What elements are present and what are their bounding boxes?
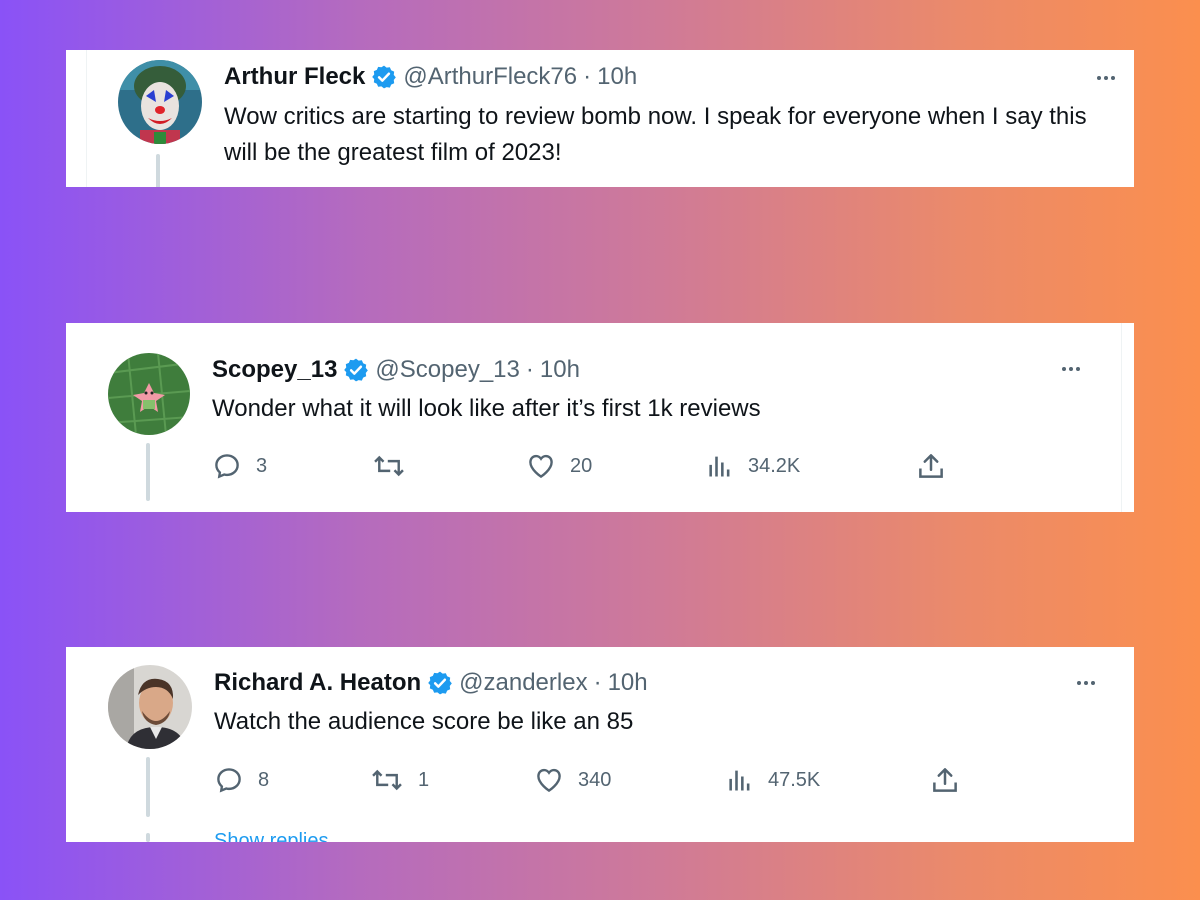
reply-button[interactable]: 3	[212, 451, 267, 481]
avatar[interactable]	[108, 353, 190, 435]
reply-count: 3	[256, 454, 268, 477]
tweet-card-arthur-fleck[interactable]: Arthur Fleck @ArthurFleck76 · 10h Wow cr…	[66, 50, 1134, 187]
separator-dot: ·	[525, 356, 534, 383]
retweet-button[interactable]: 1	[370, 765, 429, 795]
thread-line	[156, 154, 160, 187]
thread-line	[146, 443, 150, 501]
tweet-card-richard-heaton[interactable]: Richard A. Heaton @zanderlex · 10h Watch…	[66, 647, 1134, 842]
tweet-header: Arthur Fleck @ArthurFleck76 · 10h	[224, 62, 637, 92]
retweet-icon	[374, 455, 404, 477]
more-icon[interactable]	[1097, 76, 1115, 80]
reply-icon	[217, 768, 241, 793]
like-icon	[537, 768, 561, 793]
like-icon	[529, 454, 553, 479]
user-handle[interactable]: @ArthurFleck76	[403, 63, 577, 91]
more-icon[interactable]	[1062, 367, 1080, 371]
tweet-actions: 3 20 34.2K	[212, 451, 1012, 481]
tweet-text: Watch the audience score be like an 85	[214, 708, 634, 735]
tweet-card-scopey[interactable]: Scopey_13 @Scopey_13 · 10h Wonder what i…	[66, 323, 1134, 512]
views-icon	[709, 456, 730, 477]
more-icon[interactable]	[1077, 681, 1095, 685]
tweet-text: Wow critics are starting to review bomb …	[224, 103, 1087, 166]
thread-line	[146, 833, 150, 842]
user-handle[interactable]: @Scopey_13	[375, 356, 519, 384]
tweet-header: Richard A. Heaton @zanderlex · 10h	[214, 668, 648, 698]
verified-badge-icon	[371, 64, 397, 90]
share-icon	[933, 768, 957, 792]
avatar[interactable]	[118, 60, 202, 144]
divider	[86, 50, 87, 187]
display-name[interactable]: Richard A. Heaton	[214, 669, 421, 697]
separator-dot: ·	[593, 669, 602, 696]
user-handle[interactable]: @zanderlex	[459, 669, 587, 697]
retweet-icon	[372, 769, 402, 791]
reply-count: 8	[258, 768, 270, 791]
views-button[interactable]: 34.2K	[706, 451, 800, 481]
view-count: 34.2K	[748, 454, 801, 477]
joker-avatar-image	[118, 60, 202, 144]
tweet-actions: 8 1 340 47.5K	[214, 765, 1034, 795]
retweet-count: 1	[418, 768, 430, 791]
like-button[interactable]: 20	[526, 451, 592, 481]
timestamp[interactable]: 10h	[608, 669, 648, 697]
tweet-text: Wonder what it will look like after it’s…	[212, 395, 761, 422]
timestamp[interactable]: 10h	[597, 63, 637, 91]
reply-button[interactable]: 8	[214, 765, 269, 795]
verified-badge-icon	[343, 357, 369, 383]
thread-line	[146, 757, 150, 817]
retweet-button[interactable]	[372, 451, 420, 481]
patrick-star-avatar-image	[108, 353, 190, 435]
display-name[interactable]: Scopey_13	[212, 356, 337, 384]
views-icon	[729, 770, 750, 791]
views-button[interactable]: 47.5K	[726, 765, 820, 795]
verified-badge-icon	[427, 670, 453, 696]
reply-icon	[215, 454, 239, 479]
share-icon	[919, 454, 943, 478]
like-count: 340	[578, 768, 612, 791]
share-button[interactable]	[930, 765, 960, 795]
divider	[1121, 323, 1122, 512]
view-count: 47.5K	[768, 768, 821, 791]
separator-dot: ·	[583, 63, 592, 90]
avatar[interactable]	[108, 665, 192, 749]
timestamp[interactable]: 10h	[540, 356, 580, 384]
tweet-header: Scopey_13 @Scopey_13 · 10h	[212, 355, 580, 385]
display-name[interactable]: Arthur Fleck	[224, 63, 365, 91]
man-portrait-avatar-image	[108, 665, 192, 749]
show-replies-link[interactable]: Show replies	[214, 830, 329, 842]
like-button[interactable]: 340	[534, 765, 611, 795]
like-count: 20	[570, 454, 593, 477]
share-button[interactable]	[916, 451, 946, 481]
